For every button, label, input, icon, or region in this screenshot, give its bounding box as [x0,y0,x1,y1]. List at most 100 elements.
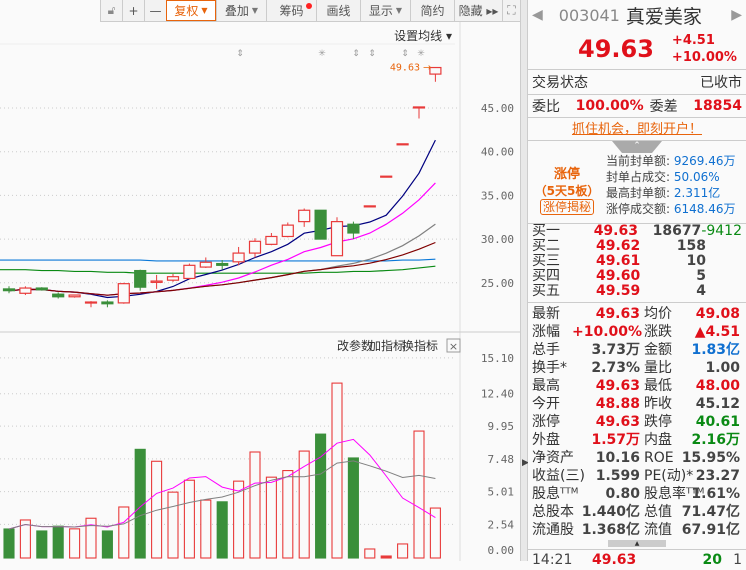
volume-bar[interactable] [298,450,310,559]
candlestick[interactable] [281,222,294,238]
candle-body [52,293,65,298]
bid-row[interactable]: 买五 49.59 4 [528,284,746,299]
volume-bar[interactable] [347,457,359,559]
indicator-button-0[interactable]: 改参数 [337,338,373,353]
volume-bar[interactable] [183,479,195,559]
volume-bar[interactable] [397,543,409,559]
candlestick[interactable] [84,301,98,308]
candle-body [117,283,130,304]
candlestick[interactable] [265,232,278,246]
toolbar-button-6[interactable]: 画线 [316,0,360,21]
collapse-handle[interactable]: ▲ [608,540,666,547]
candlestick[interactable] [248,238,262,258]
bid-price: 49.59 [596,283,641,299]
bid-row[interactable]: 买三 49.61 10 [528,254,746,269]
unlock-button[interactable]: 🔓︎ [100,0,122,21]
volume-bar[interactable] [69,528,81,559]
limit-stat-label: 封单占成交: [606,170,671,184]
candlestick[interactable] [363,205,376,208]
open-account-link[interactable]: 抓住机会，即刻开户！ [572,122,702,137]
next-stock-arrow-icon[interactable]: ▶ [731,7,742,23]
toolbar-button-7[interactable]: 显示 ▼ [360,0,410,21]
volume-bar[interactable] [167,491,179,559]
candlestick[interactable] [429,66,442,82]
toolbar-button-label: — [149,3,162,18]
expand-toggle[interactable]: ⌃ [612,141,662,153]
toolbar-button-2[interactable]: — [144,0,166,21]
candlestick[interactable] [396,143,409,146]
toolbar-button-5[interactable]: 筹码 [266,0,316,21]
split-marker-icon[interactable]: ⇕ [352,49,360,59]
toolbar-button-9[interactable]: 隐藏 ▸▸ [454,0,502,21]
candlestick[interactable] [330,217,344,257]
indicator-button-1[interactable]: 加指标 [369,338,405,353]
candlestick[interactable] [19,286,32,296]
bid-volume: 18677 [652,223,702,239]
stat-label: 总手 [532,342,560,358]
candlestick[interactable] [150,274,163,289]
stat-label: 跌停 [644,414,672,430]
volume-bar[interactable] [413,430,425,559]
candlestick[interactable] [2,286,16,294]
volume-bar[interactable] [52,525,64,559]
volume-bar[interactable] [315,433,327,559]
event-marker-icon[interactable]: ✳ [318,49,326,59]
volume-bar[interactable] [249,451,261,559]
bid-row[interactable]: 买四 49.60 5 [528,269,746,284]
candlestick[interactable] [35,287,48,291]
volume-bar[interactable] [101,530,113,559]
candlestick[interactable] [68,294,81,298]
toolbar-button-4[interactable]: 叠加 ▼ [216,0,266,21]
candle-body [265,235,278,245]
candlestick[interactable] [52,292,65,299]
volume-bar[interactable] [3,528,15,559]
split-marker-icon[interactable]: ⇕ [401,49,409,59]
candlestick[interactable] [199,257,212,268]
volume-bar[interactable] [200,499,212,559]
candlestick[interactable] [412,106,426,119]
prev-stock-arrow-icon[interactable]: ◀ [532,7,543,23]
stat-value: 49.63 [595,306,640,322]
stat-value: 49.08 [695,306,740,322]
candlestick[interactable] [183,263,196,280]
limit-up-streak: （5天5板） [534,184,600,198]
split-marker-icon[interactable]: ⇕ [368,49,376,59]
volume-bar[interactable] [364,548,376,559]
toolbar-button-1[interactable]: + [122,0,144,21]
volume-bar[interactable] [265,476,277,559]
volume-bar[interactable] [331,382,343,559]
limit-stat-value: 2.311亿 [673,186,721,200]
candlestick[interactable] [134,269,147,291]
volume-bar[interactable] [282,469,294,559]
event-marker-icon[interactable]: ✳ [417,49,425,59]
toolbar-button-3[interactable]: 复权 ▼ [166,0,216,21]
volume-bar[interactable] [85,517,97,559]
volume-bar[interactable] [216,501,228,559]
volume-tick-label: 0.00 [488,544,515,557]
candlestick[interactable] [314,209,327,240]
fullscreen-button[interactable]: ⛶ [502,0,520,21]
candlestick[interactable] [347,221,360,240]
stat-label: 股息率ᵀᵀᴹ [644,486,705,502]
candlestick[interactable] [166,274,180,282]
volume-bar[interactable] [36,530,48,559]
limit-up-reveal-button[interactable]: 涨停揭秘 [540,199,594,215]
panel-splitter[interactable]: ▶ [520,0,529,561]
toolbar-button-8[interactable]: 简约 [410,0,454,21]
bid-row[interactable]: 买二 49.62 158 [528,239,746,254]
kline-chart[interactable]: 设置均线 ▾ 45.00 40.00 35.00 30.00 25.00 ⇕ ✳ ⇕ ⇕ ⇕ ✳ 49.… [0,22,520,561]
candlestick[interactable] [101,300,114,308]
candlestick[interactable] [298,208,311,227]
volume-bar[interactable] [118,506,130,559]
split-marker-icon[interactable]: ⇕ [236,49,244,59]
volume-tick-label: 5.01 [488,486,515,499]
ma-settings-button[interactable]: 设置均线 ▾ [394,29,452,43]
indicator-button-2[interactable]: 换指标 [402,338,438,353]
caret-down-icon: ▼ [395,6,403,15]
candlestick[interactable] [380,175,393,178]
stat-label: 总股本 [532,504,574,520]
candlestick[interactable] [117,282,130,304]
tick-volume: 20 [702,552,722,568]
bid-row[interactable]: 买一 49.63 18677 -9412 [528,224,746,239]
volume-bar[interactable] [380,555,392,559]
